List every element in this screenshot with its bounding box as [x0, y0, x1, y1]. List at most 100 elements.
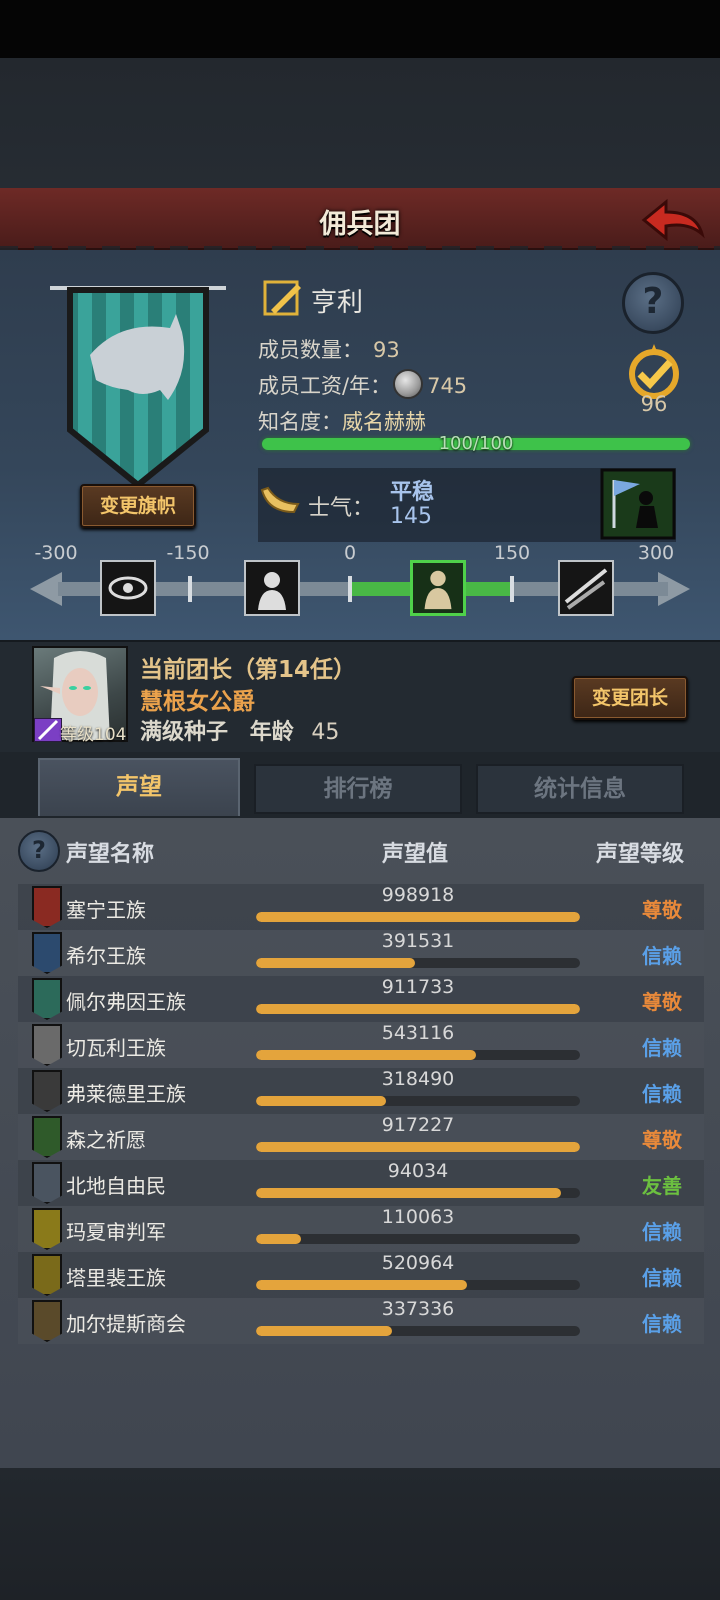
reputation-header: ? 声望名称 声望值 声望等级	[0, 828, 720, 874]
faction-name: 塞宁王族	[66, 898, 146, 922]
faction-name: 希尔王族	[66, 944, 146, 968]
faction-crest-icon	[32, 1208, 62, 1250]
reputation-level: 尊敬	[642, 990, 682, 1014]
top-backdrop	[0, 58, 720, 190]
tick-mark	[348, 576, 352, 602]
col-level-header: 声望等级	[596, 842, 685, 867]
reputation-row[interactable]: 加尔提斯商会 337336 信赖	[18, 1298, 704, 1344]
reputation-bar	[256, 1188, 580, 1198]
faction-name: 玛夏审判军	[66, 1220, 166, 1244]
reputation-bar-fill	[256, 958, 415, 968]
reputation-row[interactable]: 塔里裴王族 520964 信赖	[18, 1252, 704, 1298]
reputation-level: 尊敬	[642, 1128, 682, 1152]
morale-stage-panic-icon[interactable]	[100, 560, 156, 616]
faction-crest-icon	[32, 932, 62, 974]
reputation-bar-fill	[256, 1188, 561, 1198]
leader-age-label: 年龄	[249, 720, 294, 745]
reputation-value: 110063	[381, 1206, 455, 1228]
faction-crest-icon	[32, 1162, 62, 1204]
page-title: 佣兵团	[319, 209, 401, 240]
morale-state: 平稳	[390, 480, 435, 505]
help-button[interactable]: ?	[622, 272, 684, 334]
reputation-level: 信赖	[642, 1220, 682, 1244]
reputation-row[interactable]: 切瓦利王族 543116 信赖	[18, 1022, 704, 1068]
reputation-value: 520964	[381, 1252, 455, 1274]
reputation-level: 友善	[642, 1174, 682, 1198]
morale-stage-steady-icon[interactable]	[410, 560, 466, 616]
tab-ranking[interactable]: 排行榜	[254, 764, 462, 814]
morale-label: 士气：	[308, 496, 375, 521]
tick-label: 150	[493, 542, 531, 564]
wage-value: 745	[427, 374, 468, 398]
change-banner-button[interactable]: 变更旗帜	[80, 484, 196, 528]
reputation-level: 信赖	[642, 944, 682, 968]
reputation-bar-fill	[256, 1142, 580, 1152]
leader-trait: 满级种子	[140, 720, 229, 745]
morale-stage-confident-icon[interactable]	[558, 560, 614, 616]
faction-name: 加尔提斯商会	[66, 1312, 186, 1336]
member-count-stat: 成员数量： 93	[258, 334, 400, 364]
col-value-header: 声望值	[382, 842, 449, 867]
reputation-bar-fill	[256, 1326, 393, 1336]
wage-stat: 成员工资/年： 745	[258, 369, 468, 400]
change-leader-button[interactable]: 变更团长	[572, 676, 688, 720]
status-bar	[0, 0, 720, 58]
reputation-row[interactable]: 北地自由民 94034 友善	[18, 1160, 704, 1206]
reputation-row[interactable]: 塞宁王族 998918 尊敬	[18, 884, 704, 930]
faction-crest-icon	[32, 1070, 62, 1112]
wage-label: 成员工资/年：	[258, 374, 392, 398]
silver-coin-icon	[393, 369, 424, 399]
reputation-row[interactable]: 森之祈愿 917227 尊敬	[18, 1114, 704, 1160]
fame-stat: 知名度：威名赫赫	[258, 406, 426, 436]
reputation-value: 391531	[381, 930, 455, 952]
faction-name: 切瓦利王族	[66, 1036, 166, 1060]
reputation-level: 信赖	[642, 1312, 682, 1336]
reputation-bar-fill	[256, 1004, 580, 1014]
col-name-header: 声望名称	[66, 842, 155, 867]
reputation-value: 911733	[381, 976, 455, 998]
reputation-bar	[256, 958, 580, 968]
faction-crest-icon	[32, 886, 62, 928]
reputation-row[interactable]: 希尔王族 391531 信赖	[18, 930, 704, 976]
faction-crest-icon	[32, 1254, 62, 1296]
reputation-row[interactable]: 玛夏审判军 110063 信赖	[18, 1206, 704, 1252]
reputation-level: 信赖	[642, 1266, 682, 1290]
quill-icon	[263, 280, 301, 316]
morale-flag-icon[interactable]	[600, 468, 676, 540]
reputation-value: 337336	[381, 1298, 455, 1320]
reputation-bar-fill	[256, 1234, 302, 1244]
reputation-bar	[256, 1004, 580, 1014]
tab-statistics[interactable]: 统计信息	[476, 764, 684, 814]
reputation-help-button[interactable]: ?	[18, 830, 60, 872]
tick-label: -150	[166, 542, 210, 564]
fame-label: 知名度：	[258, 410, 342, 434]
leader-title: 当前团长（第14任）	[140, 657, 357, 683]
reputation-bar	[256, 1280, 580, 1290]
tick-mark	[188, 576, 192, 602]
reputation-bar-fill	[256, 1050, 477, 1060]
back-arrow-icon[interactable]	[636, 194, 708, 246]
reputation-level: 尊敬	[642, 898, 682, 922]
reputation-value: 94034	[387, 1160, 449, 1182]
morale-value: 145	[390, 504, 432, 529]
leader-name: 慧根女公爵	[140, 689, 255, 715]
member-count-label: 成员数量：	[258, 338, 363, 362]
faction-name: 塔里裴王族	[66, 1266, 166, 1290]
tab-reputation[interactable]: 声望	[38, 758, 240, 816]
medal-value: 96	[640, 392, 668, 416]
reputation-value: 917227	[381, 1114, 455, 1136]
scale-left-arrow-icon	[30, 572, 62, 606]
reputation-row[interactable]: 弗莱德里王族 318490 信赖	[18, 1068, 704, 1114]
tick-label: -300	[34, 542, 78, 564]
tick-label: 300	[637, 542, 675, 564]
reputation-value: 318490	[381, 1068, 455, 1090]
tick-mark	[510, 576, 514, 602]
member-count-value: 93	[373, 338, 400, 362]
guild-banner	[50, 286, 226, 489]
morale-stage-fear-icon[interactable]	[244, 560, 300, 616]
reputation-bar-fill	[256, 1096, 386, 1106]
faction-name: 佩尔弗因王族	[66, 990, 186, 1014]
sword-icon	[34, 718, 62, 742]
fame-progress-text: 100/100	[438, 433, 514, 454]
reputation-row[interactable]: 佩尔弗因王族 911733 尊敬	[18, 976, 704, 1022]
